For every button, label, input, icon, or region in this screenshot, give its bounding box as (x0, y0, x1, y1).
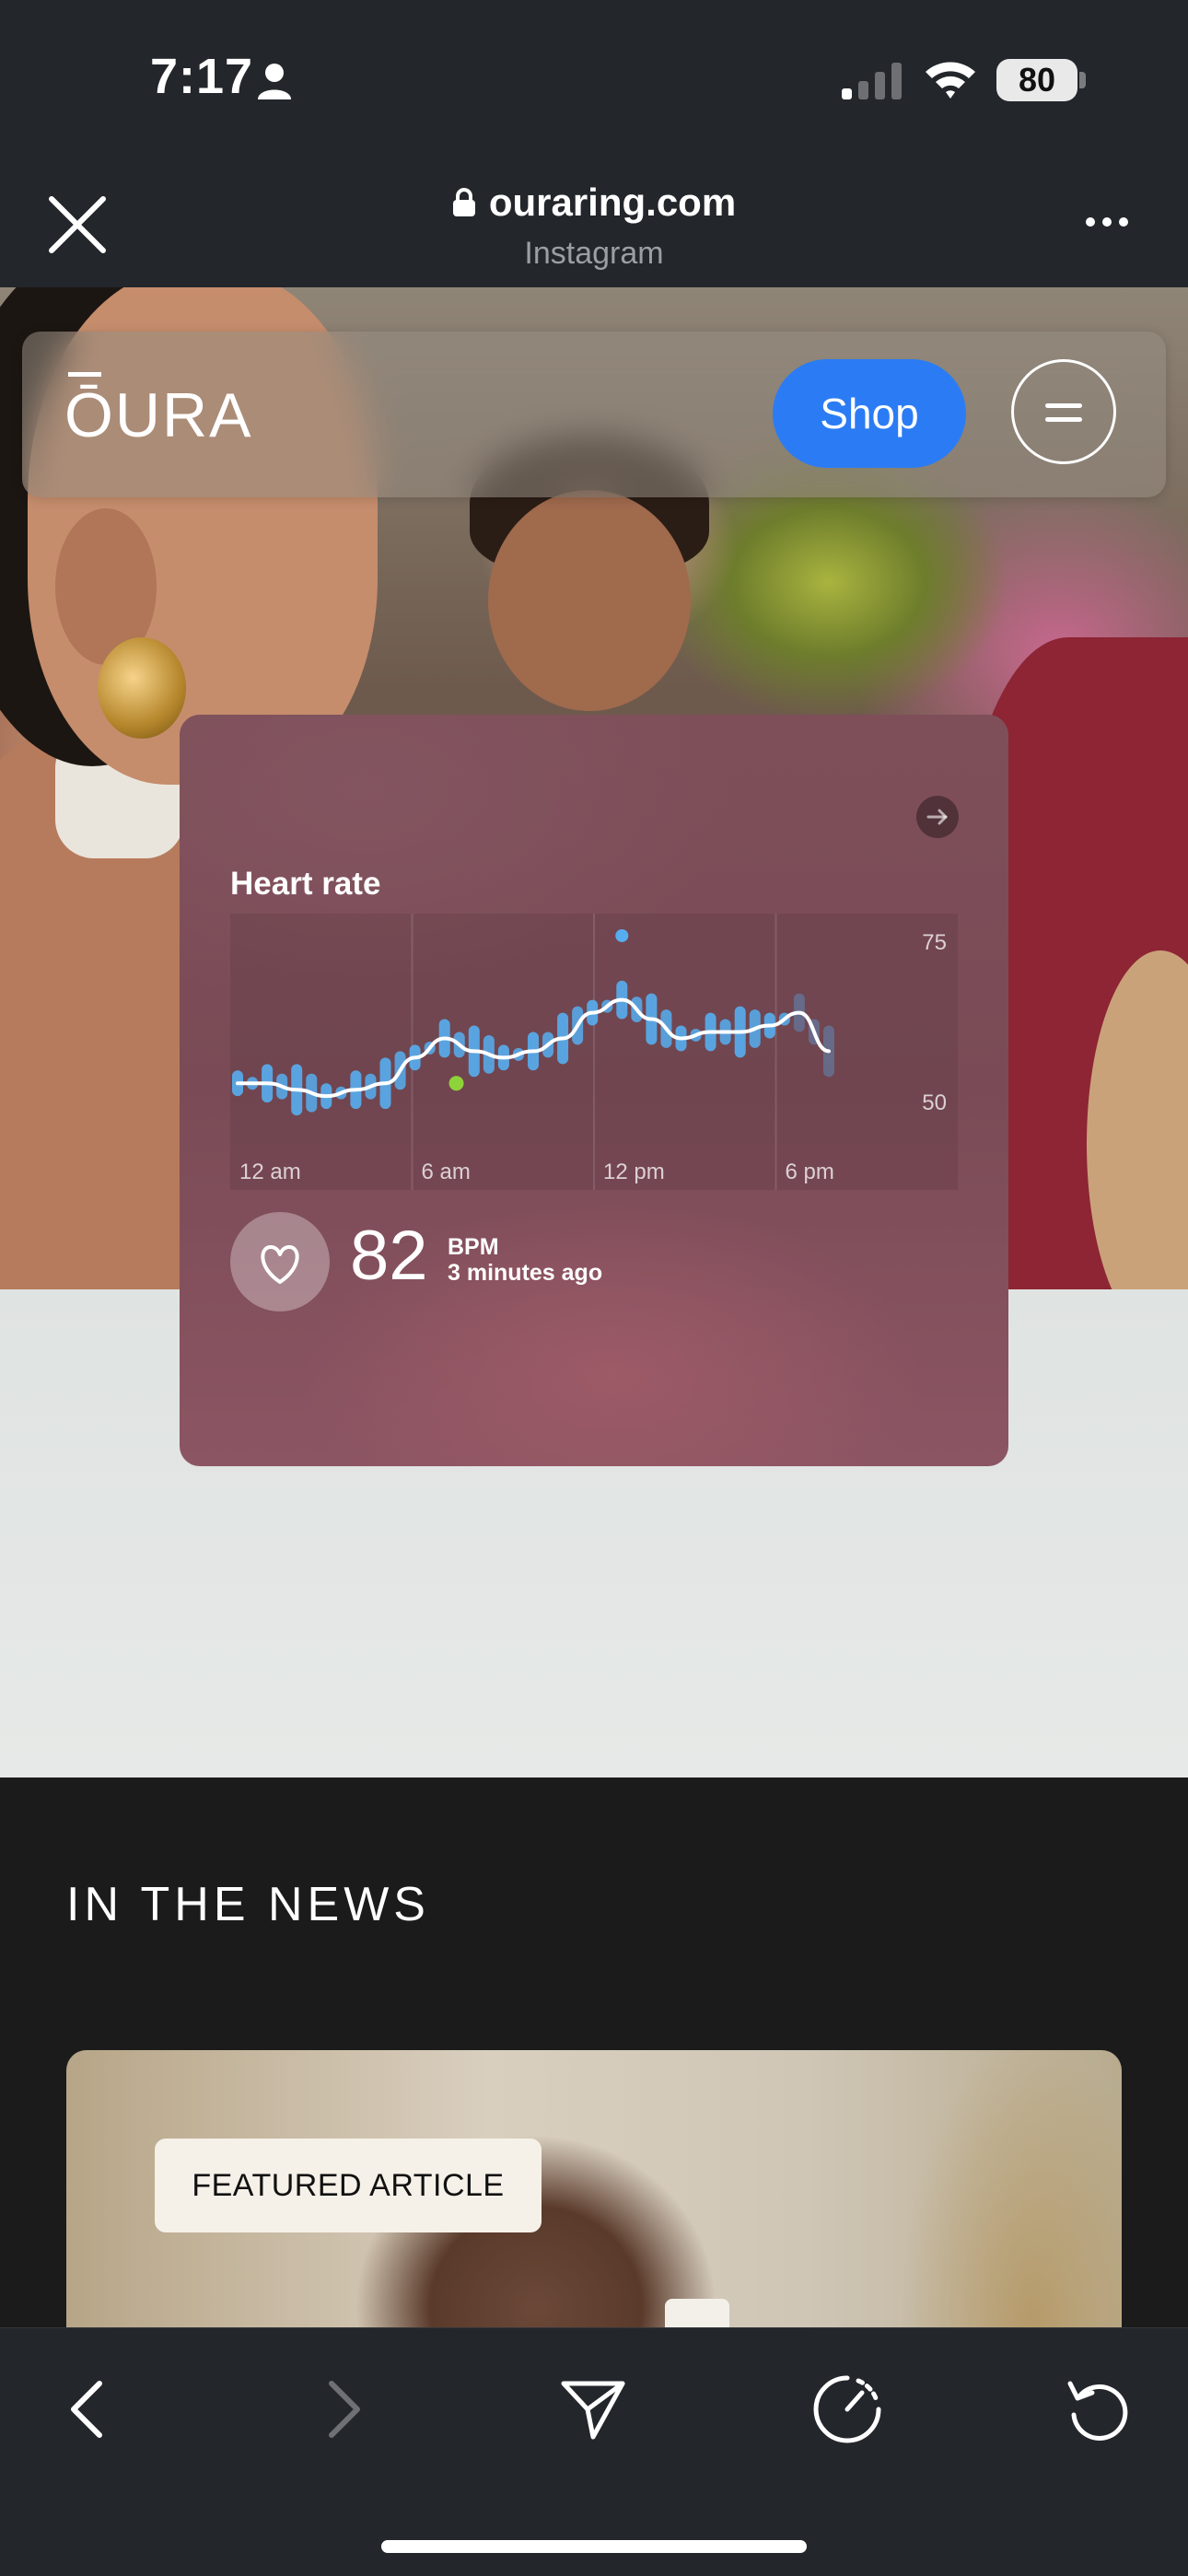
news-section: IN THE NEWS FEATURED ARTICLE (0, 1778, 1188, 2419)
news-heading: IN THE NEWS (66, 1878, 430, 1931)
menu-line-bottom (1045, 417, 1082, 422)
source-label: Instagram (524, 236, 664, 271)
back-icon[interactable] (52, 2372, 125, 2446)
url-text: ouraring.com (488, 181, 737, 224)
x-tick-label: 12 pm (603, 1160, 665, 1184)
x-tick-label: 6 am (422, 1160, 471, 1184)
share-icon[interactable] (556, 2372, 630, 2446)
menu-line-top (1045, 403, 1082, 408)
cellular-signal-icon (842, 63, 902, 99)
speed-dial-icon[interactable] (810, 2372, 884, 2446)
person-icon (258, 64, 291, 99)
status-bar: 7:17 80 ouraring.com Instagram (0, 0, 1188, 271)
shop-button[interactable]: Shop (773, 359, 966, 468)
address-bar[interactable]: ouraring.com (0, 181, 1188, 225)
hero-earring (98, 637, 186, 739)
chart-outlier-point (615, 928, 629, 942)
menu-button[interactable] (1011, 359, 1116, 464)
home-indicator (381, 2540, 807, 2553)
battery-indicator: 80 (996, 59, 1077, 101)
heart-rate-unit: BPM (448, 1234, 499, 1260)
more-options-icon[interactable] (1079, 208, 1135, 236)
clock: 7:17 (150, 49, 254, 104)
y-tick-label: 50 (922, 1090, 947, 1115)
chart-highlight-point (448, 1076, 464, 1091)
wifi-icon (926, 62, 975, 99)
heart-icon (230, 1212, 330, 1311)
x-tick-label: 12 am (239, 1160, 301, 1184)
site-header: ŌURA Shop (22, 332, 1166, 497)
heart-rate-card: Heart rate 12 am 6 am 12 pm 6 pm 75 50 82 BPM… (180, 715, 1008, 1466)
reload-icon[interactable] (1061, 2372, 1135, 2446)
featured-article-badge: FEATURED ARTICLE (155, 2139, 542, 2232)
heart-rate-title: Heart rate (230, 866, 381, 902)
x-tick-label: 6 pm (786, 1160, 834, 1184)
heart-rate-chart-svg: 12 am 6 am 12 pm 6 pm 75 50 (230, 914, 958, 1190)
logo-macron (68, 372, 101, 377)
y-tick-label: 75 (922, 930, 947, 955)
oura-logo[interactable]: ŌURA (64, 379, 252, 451)
forward-icon[interactable] (306, 2372, 379, 2446)
browser-toolbar (0, 2327, 1188, 2576)
lock-icon (452, 188, 475, 216)
heart-rate-updated: 3 minutes ago (448, 1260, 603, 1286)
hero-background-person (488, 490, 691, 711)
heart-rate-summary: 82 BPM 3 minutes ago (230, 1212, 875, 1313)
heart-rate-chart: 12 am 6 am 12 pm 6 pm 75 50 (230, 914, 958, 1190)
heart-rate-value: 82 (350, 1217, 428, 1295)
battery-tip (1079, 72, 1086, 88)
arrow-right-icon[interactable] (916, 796, 959, 838)
